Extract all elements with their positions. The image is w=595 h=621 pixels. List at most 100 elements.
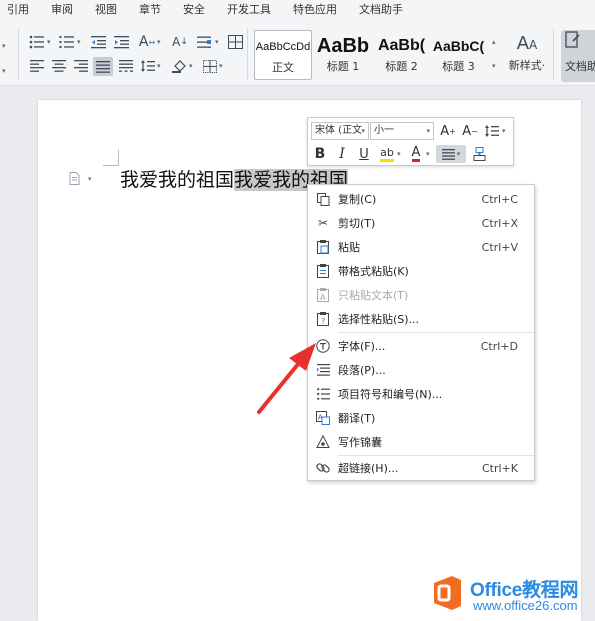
tab-section[interactable]: 章节 [128, 0, 172, 22]
chevron-down-icon[interactable]: ▾ [47, 38, 51, 46]
menu-item-label: 项目符号和编号(N)... [338, 388, 443, 401]
bullet-list-icon[interactable] [28, 34, 46, 50]
tab-security[interactable]: 安全 [172, 0, 216, 22]
menu-item-paste[interactable]: 粘贴 Ctrl+V [308, 235, 534, 259]
chevron-up-icon[interactable]: ▴ [492, 38, 496, 46]
chevron-down-icon[interactable]: ▾ [219, 62, 223, 70]
align-left-icon[interactable] [28, 58, 46, 74]
menu-item-label: 翻译(T) [338, 412, 376, 425]
menu-item-cut[interactable]: ✂ 剪切(T) Ctrl+X [308, 211, 534, 235]
italic-icon[interactable]: I [333, 145, 351, 163]
new-style-icon: AA [516, 33, 538, 54]
cut-icon: ✂ [317, 216, 329, 230]
sort-icon[interactable]: A ↓ [171, 34, 189, 50]
chevron-down-icon[interactable]: ▾ [157, 62, 161, 70]
ribbon-divider [553, 28, 554, 80]
tab-doc-assistant[interactable]: 文档助手 [348, 0, 414, 22]
shading-icon[interactable] [171, 58, 189, 74]
align-center-icon[interactable] [50, 58, 68, 74]
align-right-icon[interactable] [72, 58, 90, 74]
text-effects-icon[interactable]: A ↔ [138, 34, 156, 50]
text-unselected[interactable]: 我爱我的祖国 [120, 169, 234, 191]
menu-item-paragraph[interactable]: 段落(P)... [308, 358, 534, 382]
chevron-down-icon[interactable]: ▾ [2, 67, 6, 75]
chevron-down-icon[interactable]: ▾ [215, 38, 219, 46]
menu-item-paste-with-format[interactable]: 带格式粘贴(K) [308, 259, 534, 283]
translate-icon: A [316, 411, 330, 425]
shrink-font-icon[interactable]: A − [461, 122, 479, 140]
distributed-align-icon[interactable] [117, 58, 135, 74]
menu-item-hyperlink[interactable]: 超链接(H)... Ctrl+K [308, 456, 534, 480]
office-logo-icon [434, 576, 461, 610]
grow-font-icon[interactable]: A + [439, 122, 457, 140]
menu-item-font[interactable]: 字体(F)... Ctrl+D [308, 334, 534, 358]
bold-icon[interactable]: B [311, 145, 329, 163]
format-painter-icon[interactable] [470, 145, 488, 163]
doc-helper-button[interactable]: 文档助 [561, 30, 595, 82]
tab-references[interactable]: 引用 [0, 0, 40, 22]
style-sample: AaBb( [377, 37, 426, 54]
menu-item-shortcut: Ctrl+D [480, 339, 518, 353]
new-style-button[interactable]: AA 新样式· [505, 30, 549, 80]
line-spacing-icon[interactable] [196, 34, 214, 50]
link-icon [316, 461, 330, 475]
chevron-down-icon[interactable]: ▾ [77, 38, 81, 46]
new-style-label: 新样式· [508, 59, 546, 72]
tab-developer-tools[interactable]: 开发工具 [216, 0, 282, 22]
menu-item-label: 选择性粘贴(S)... [338, 313, 420, 326]
chevron-down-icon[interactable]: ▾ [397, 150, 401, 158]
menu-item-shortcut: Ctrl+X [481, 216, 518, 230]
watermark: Office教程网 www.office26.com [428, 571, 595, 621]
tab-review[interactable]: 审阅 [40, 0, 84, 22]
justify-icon[interactable]: ▾ [436, 145, 466, 163]
menu-item-label: 段落(P)... [338, 364, 386, 377]
menu-item-writing-tips[interactable]: 写作锦囊 [308, 430, 534, 454]
chevron-down-icon: ▾ [426, 127, 430, 135]
chevron-down-icon[interactable]: ▾ [2, 42, 6, 50]
menu-item-paste-special[interactable]: ? 选择性粘贴(S)... [308, 307, 534, 331]
style-sample: AaBbC( [432, 38, 485, 54]
menu-item-copy[interactable]: 复制(C) Ctrl+C [308, 187, 534, 211]
svg-text:?: ? [321, 317, 325, 326]
doc-helper-label: 文档助 [565, 60, 595, 73]
tab-special-apps[interactable]: 特色应用 [282, 0, 348, 22]
menu-item-translate[interactable]: A 翻译(T) [308, 406, 534, 430]
font-color-icon[interactable]: A [407, 145, 425, 163]
font-size-select[interactable]: 小一 ▾ [370, 122, 434, 140]
style-heading-3[interactable]: AaBbC( 标题 3 [430, 30, 487, 80]
ribbon: ▾ ▾ ▾ ▾ A ↔ ▾ A ↓ ▾ ▾ ▾ ▾ AaBbCcDd 正文 Aa… [0, 22, 595, 86]
bullets-icon [316, 387, 330, 401]
paragraph-handle-icon[interactable] [69, 172, 80, 188]
tab-view[interactable]: 视图 [84, 0, 128, 22]
menu-item-label: 剪切(T) [338, 217, 376, 230]
font-icon [316, 339, 330, 353]
menu-item-label: 字体(F)... [338, 340, 386, 353]
numbered-list-icon[interactable] [58, 34, 76, 50]
chevron-down-icon[interactable]: ▾ [426, 150, 430, 158]
paragraph-icon [316, 363, 330, 377]
font-name-select[interactable]: 宋体 (正文 ▾ [311, 122, 369, 140]
underline-icon[interactable]: U [355, 145, 373, 163]
copy-icon [316, 192, 330, 206]
borders-icon[interactable] [201, 58, 219, 74]
justify-icon[interactable] [93, 57, 113, 76]
chevron-down-icon[interactable]: ▾ [88, 175, 92, 183]
paragraph-spacing-icon[interactable] [139, 58, 157, 74]
table-grid-icon[interactable] [226, 34, 244, 50]
highlight-icon[interactable]: ab [378, 145, 396, 163]
style-normal[interactable]: AaBbCcDd 正文 [254, 30, 312, 80]
style-heading-1[interactable]: AaBb 标题 1 [314, 30, 372, 80]
chevron-down-icon[interactable]: ▾ [492, 62, 496, 70]
paste-icon [316, 240, 330, 254]
paste-special-icon: ? [316, 312, 330, 326]
menu-item-bullets-numbering[interactable]: 项目符号和编号(N)... [308, 382, 534, 406]
line-spacing-icon[interactable] [483, 122, 501, 140]
chevron-down-icon[interactable]: ▾ [157, 38, 161, 46]
decrease-indent-icon[interactable] [90, 34, 108, 50]
style-heading-2[interactable]: AaBb( 标题 2 [373, 30, 430, 80]
increase-indent-icon[interactable] [113, 34, 131, 50]
menu-item-shortcut: Ctrl+C [481, 192, 518, 206]
chevron-down-icon[interactable]: ▾ [189, 62, 193, 70]
style-sample: AaBb [316, 35, 370, 57]
chevron-down-icon[interactable]: ▾ [502, 127, 506, 135]
